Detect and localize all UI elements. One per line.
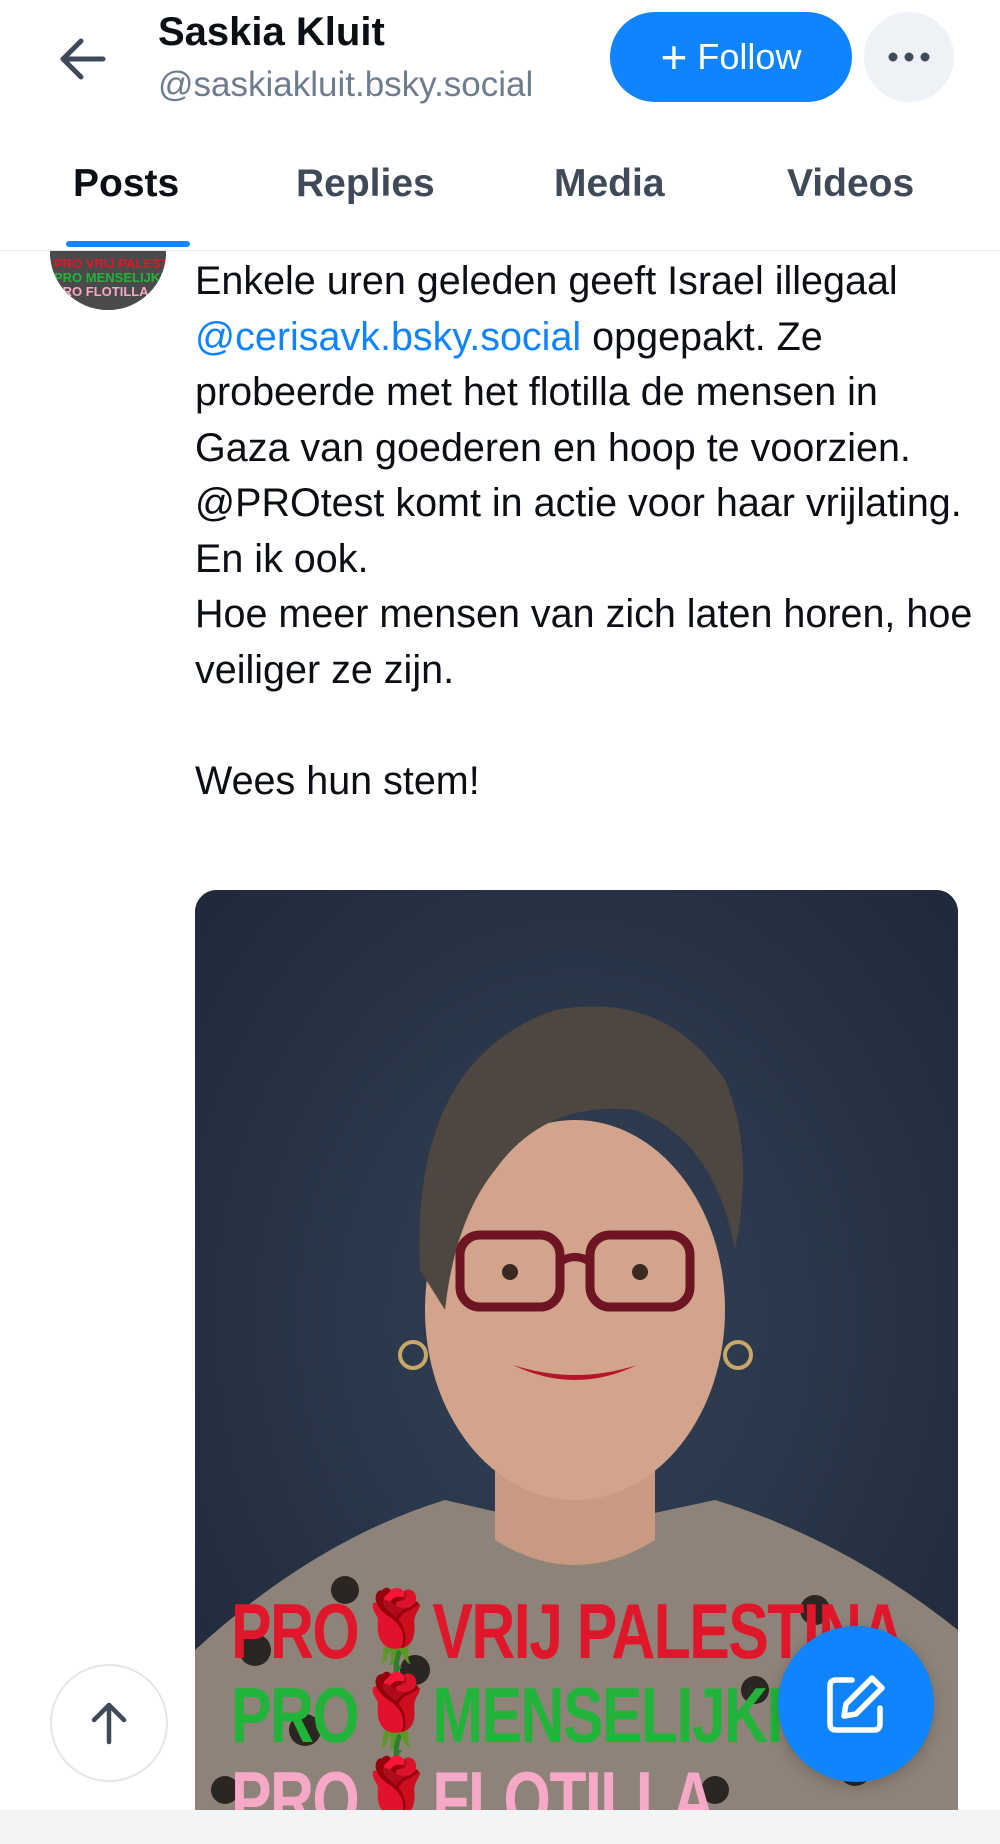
svg-text:PRO MENSELIJKHEID: PRO MENSELIJKHEID: [54, 270, 166, 285]
arrow-up-icon: [91, 1702, 127, 1745]
tab-posts[interactable]: Posts: [73, 162, 179, 206]
svg-text:PRO VRIJ PALESTINA: PRO VRIJ PALESTINA: [54, 256, 166, 271]
more-options-button[interactable]: [864, 12, 954, 102]
ellipsis-icon: [888, 52, 930, 62]
back-button[interactable]: [48, 24, 118, 94]
compose-icon: [827, 1675, 885, 1733]
bottom-strip: [0, 1810, 1000, 1844]
tab-replies[interactable]: Replies: [296, 162, 435, 206]
profile-header: Saskia Kluit @saskiakluit.bsky.social + …: [0, 0, 1000, 251]
profile-display-name: Saskia Kluit: [158, 10, 385, 54]
tab-videos[interactable]: Videos: [787, 162, 914, 206]
post-text: Enkele uren geleden geeft Israel illegaa…: [195, 254, 975, 809]
post-text-part: Enkele uren geleden geeft Israel illegaa…: [195, 259, 909, 303]
profile-tabs: Posts Replies Media Videos: [0, 140, 1000, 250]
active-tab-indicator: [66, 241, 190, 247]
post-text-part: opgepakt. Ze probeerde met het flotilla …: [195, 314, 973, 803]
follow-button[interactable]: + Follow: [610, 12, 852, 102]
profile-handle: @saskiakluit.bsky.social: [158, 65, 534, 104]
plus-icon: +: [660, 31, 688, 83]
tab-media[interactable]: Media: [554, 162, 665, 206]
scroll-to-top-button[interactable]: [50, 1664, 168, 1782]
compose-post-button[interactable]: [778, 1626, 934, 1782]
svg-text:PRO FLOTILLA: PRO FLOTILLA: [54, 284, 149, 299]
arrow-left-icon: [60, 38, 106, 80]
follow-label: Follow: [697, 36, 802, 77]
mention-link[interactable]: @cerisavk.bsky.social: [195, 315, 581, 359]
